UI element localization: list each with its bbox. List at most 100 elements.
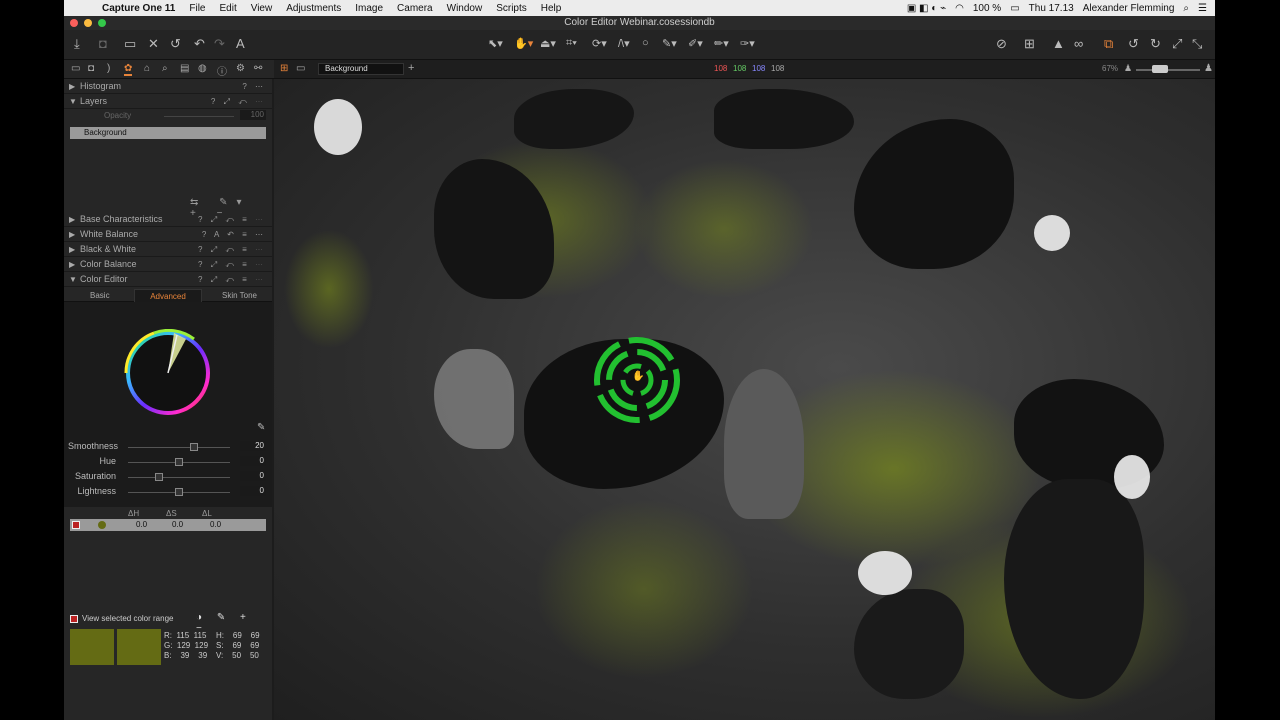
tool-controls[interactable]: ? ⋯ [242, 79, 266, 94]
text-icon[interactable]: A [236, 36, 245, 52]
slider-handle[interactable] [190, 443, 199, 451]
menu-adjustments[interactable]: Adjustments [286, 3, 341, 14]
expand-icon[interactable]: ⤢ [1172, 36, 1182, 52]
layers-tool[interactable]: ▼ Layers? ⤢ ↶ ⋯ [64, 94, 272, 109]
slider-handle[interactable] [154, 473, 163, 481]
tool-controls[interactable]: ? ⤢ ↶ ⋯ [211, 94, 266, 109]
library-tab-icon[interactable]: ▭ [71, 63, 80, 74]
slider-saturation[interactable]: Saturation 0 [64, 471, 272, 485]
slider-smoothness[interactable]: Smoothness 20 [64, 441, 272, 455]
zoom-slider-handle[interactable] [1152, 65, 1168, 73]
metadata-tab-icon[interactable]: ⓘ [217, 63, 227, 78]
menu-scripts[interactable]: Scripts [496, 3, 527, 14]
status-icons[interactable]: ▣ ◧ ◐ ⌁ [907, 3, 946, 14]
collapse-icon[interactable]: ⤡ [1192, 36, 1202, 52]
output-tab-icon[interactable]: ⚙ [236, 63, 245, 74]
batch-tab-icon[interactable]: ⚯ [254, 63, 262, 74]
color-wheel[interactable] [124, 329, 212, 417]
white-balance-tool[interactable]: ▶ White Balance? A ↶ ≡ ⋯ [64, 227, 272, 242]
base-characteristics-tool[interactable]: ▶ Base Characteristics? ⤢ ↶ ≡ ⋯ [64, 212, 272, 227]
menu-help[interactable]: Help [541, 3, 562, 14]
zoom-slider[interactable] [1136, 69, 1200, 71]
color-tab-icon[interactable]: ✿ [124, 63, 133, 76]
menu-window[interactable]: Window [447, 3, 483, 14]
wifi-icon[interactable]: ◠ [955, 3, 964, 14]
expand-arrow-icon[interactable]: ▶ [69, 212, 75, 227]
expand-arrow-icon[interactable]: ▶ [69, 79, 75, 94]
notification-center-icon[interactable]: ☰ [1198, 3, 1207, 14]
battery-status[interactable]: 100 % [973, 3, 1001, 14]
rotate-left-icon[interactable]: ↺ [1128, 36, 1139, 52]
collapse-arrow-icon[interactable]: ▼ [69, 94, 77, 109]
warning-icon[interactable]: ▲ [1052, 36, 1065, 52]
color-balance-tool[interactable]: ▶ Color Balance? ⤢ ↶ ≡ ⋯ [64, 257, 272, 272]
layer-background[interactable]: Background [70, 127, 266, 139]
expand-arrow-icon[interactable]: ▶ [69, 242, 75, 257]
keystone-tool-icon[interactable]: /\▾ [618, 37, 630, 50]
slider-track[interactable] [128, 447, 230, 448]
eyedropper-icon[interactable]: ✎ [257, 422, 265, 433]
slider-lightness[interactable]: Lightness 0 [64, 486, 272, 500]
exposure-tab-icon[interactable]: ⌂ [144, 63, 150, 74]
color-range-row[interactable]: 0.0 0.0 0.0 [70, 519, 266, 531]
app-menu[interactable]: Capture One 11 [102, 3, 175, 14]
local-adjust-tab-icon[interactable]: ▤ [180, 63, 189, 74]
grid-view-icon[interactable]: ⊞ [280, 63, 288, 74]
pointer-tool-icon[interactable]: ⬉▾ [488, 37, 503, 50]
slider-handle[interactable] [175, 458, 183, 466]
black-white-tool[interactable]: ▶ Black & White? ⤢ ↶ ≡ ⋯ [64, 242, 272, 257]
capture-tab-icon[interactable]: ◘ [88, 63, 94, 74]
rotate-right-icon[interactable]: ↻ [1150, 36, 1161, 52]
slider-value-box[interactable]: 0 [240, 471, 266, 481]
grid-icon[interactable]: ⊞ [1024, 36, 1035, 52]
histogram-tool[interactable]: ▶ Histogram? ⋯ [64, 79, 272, 94]
rotate-tool-icon[interactable]: ⟳▾ [592, 37, 607, 50]
view-range-checkbox[interactable] [70, 615, 78, 623]
reset-icon[interactable]: ↺ [170, 36, 181, 52]
pan-tool-icon[interactable]: ✋▾ [514, 37, 533, 50]
clock[interactable]: Thu 17.13 [1029, 3, 1074, 14]
import-icon[interactable]: ⤓ [74, 36, 80, 52]
slider-value-box[interactable]: 0 [240, 456, 266, 466]
tab-skin-tone[interactable]: Skin Tone [222, 291, 257, 300]
redo-icon[interactable]: ↷ [214, 36, 225, 52]
color-editor-tool[interactable]: ▼ Color Editor? ⤢ ↶ ≡ ⋯ [64, 272, 272, 287]
single-view-icon[interactable]: ▭ [296, 63, 305, 74]
erase-mask-tool-icon[interactable]: ✑▾ [740, 37, 755, 50]
close-window-button[interactable] [70, 19, 78, 27]
slider-hue[interactable]: Hue 0 [64, 456, 272, 470]
delete-icon[interactable]: ✕ [148, 36, 159, 52]
menu-view[interactable]: View [251, 3, 273, 14]
variant-select[interactable]: Background [318, 63, 404, 75]
menu-file[interactable]: File [189, 3, 205, 14]
details-tab-icon[interactable]: ⌕ [162, 63, 168, 74]
draw-mask-tool-icon[interactable]: ✏▾ [714, 37, 729, 50]
color-picker-tool-icon[interactable]: ✐▾ [688, 37, 703, 50]
opacity-value[interactable]: 100 [240, 110, 266, 120]
crop-tool-icon[interactable]: ⌗▾ [566, 37, 577, 50]
menu-image[interactable]: Image [355, 3, 383, 14]
image-viewer[interactable]: ✋ [274, 79, 1215, 720]
tab-basic[interactable]: Basic [90, 291, 110, 300]
adjustments-tab-icon[interactable]: ◍ [198, 63, 207, 74]
export-icon[interactable]: ▭ [124, 36, 136, 52]
expand-arrow-icon[interactable]: ▶ [69, 257, 75, 272]
proof-icon[interactable]: ⊘ [996, 36, 1007, 52]
glasses-icon[interactable]: ∞ [1074, 36, 1083, 52]
slider-value-box[interactable]: 0 [240, 486, 266, 496]
crop-mask-icon[interactable]: ⏏▾ [540, 37, 556, 50]
undo-icon[interactable]: ↶ [194, 36, 205, 52]
spotlight-icon[interactable]: ⌕ [1183, 3, 1189, 14]
tab-advanced[interactable]: Advanced [134, 289, 202, 302]
zoom-window-button[interactable] [98, 19, 106, 27]
stack-icon[interactable]: ⧉ [1104, 36, 1113, 52]
menu-edit[interactable]: Edit [219, 3, 236, 14]
eyedropper-tool-icon[interactable]: ✎▾ [662, 37, 677, 50]
collapse-arrow-icon[interactable]: ▼ [69, 272, 77, 287]
expand-arrow-icon[interactable]: ▶ [69, 227, 75, 242]
spot-tool-icon[interactable]: ○ [642, 37, 649, 49]
slider-value-box[interactable]: 20 [240, 441, 266, 451]
range-enabled-checkbox[interactable] [72, 521, 80, 529]
lens-tab-icon[interactable]: ) [107, 63, 110, 74]
opacity-slider[interactable] [164, 116, 234, 117]
